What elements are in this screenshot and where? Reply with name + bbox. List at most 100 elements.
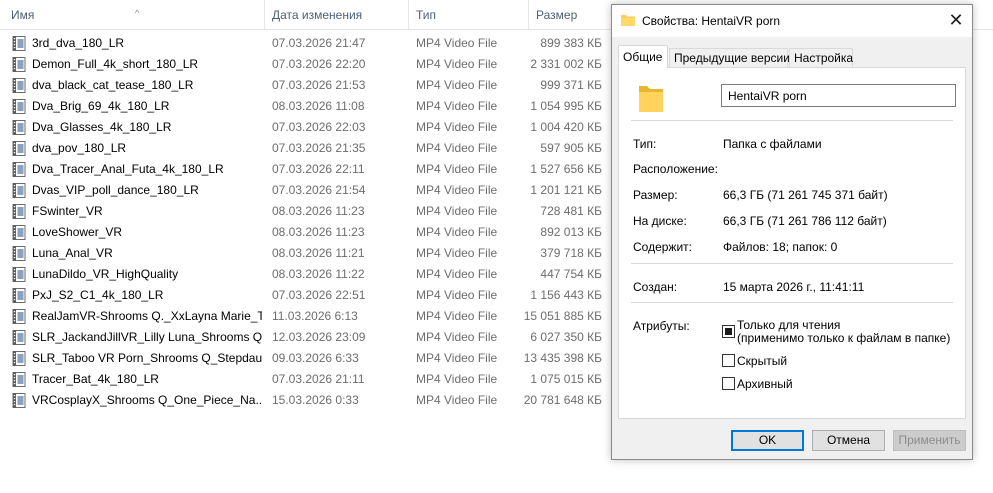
file-type: MP4 Video File [416,57,498,71]
file-name: Demon_Full_4k_short_180_LR [32,57,199,71]
file-date: 07.03.2026 21:54 [272,183,366,197]
apply-button[interactable]: Применить [893,430,966,451]
folder-name-input[interactable] [721,84,956,107]
file-size: 899 383 КБ [540,36,602,50]
file-row[interactable]: Dva_Tracer_Anal_Futa_4k_180_LR 07.03.202… [0,159,610,180]
hidden-checkbox[interactable] [722,354,735,367]
file-type: MP4 Video File [416,78,498,92]
ok-button[interactable]: OK [731,430,804,451]
video-file-icon [12,141,26,156]
video-file-icon [12,162,26,177]
file-row[interactable]: LoveShower_VR 08.03.2026 11:23 MP4 Video… [0,222,610,243]
readonly-checkbox[interactable] [722,325,735,338]
file-name: LunaDildo_VR_HighQuality [32,267,179,281]
file-date: 11.03.2026 6:13 [272,309,358,323]
column-header-size[interactable]: Размер [530,0,610,30]
file-row[interactable]: 3rd_dva_180_LR 07.03.2026 21:47 MP4 Vide… [0,33,610,54]
file-row[interactable]: VRCosplayX_Shrooms Q_One_Piece_Na... 15.… [0,390,610,411]
disk-size-value: 66,3 ГБ (71 261 786 112 байт) [723,214,887,228]
video-file-icon [12,393,26,408]
file-row[interactable]: Tracer_Bat_4k_180_LR 07.03.2026 21:11 MP… [0,369,610,390]
file-type: MP4 Video File [416,36,498,50]
file-name: Luna_Anal_VR [32,246,113,260]
video-file-icon [12,225,26,240]
sort-ascending-icon: ^ [135,8,140,18]
readonly-label-line2: (применимо только к файлам в папке) [737,331,951,345]
file-name: Dvas_VIP_poll_dance_180_LR [32,183,199,197]
file-date: 07.03.2026 22:20 [272,57,366,71]
file-row[interactable]: Demon_Full_4k_short_180_LR 07.03.2026 22… [0,54,610,75]
attributes-label: Атрибуты: [633,319,690,333]
file-row[interactable]: FSwinter_VR 08.03.2026 11:23 MP4 Video F… [0,201,610,222]
archive-label: Архивный [737,377,793,391]
file-type: MP4 Video File [416,162,498,176]
file-row[interactable]: Dva_Brig_69_4k_180_LR 08.03.2026 11:08 M… [0,96,610,117]
column-header-type[interactable]: Тип [410,0,529,30]
created-label: Создан: [633,280,678,294]
video-file-icon [12,99,26,114]
video-file-icon [12,120,26,135]
cancel-button[interactable]: Отмена [812,430,885,451]
created-value: 15 марта 2026 г., 11:41:11 [723,280,865,294]
file-date: 07.03.2026 22:03 [272,120,366,134]
column-header-name[interactable]: Имя ^ [5,0,265,30]
file-row[interactable]: LunaDildo_VR_HighQuality 08.03.2026 11:2… [0,264,610,285]
video-file-icon [12,204,26,219]
file-size: 1 004 420 КБ [530,120,602,134]
column-header-date[interactable]: Дата изменения [266,0,409,30]
file-date: 08.03.2026 11:08 [272,99,365,113]
file-type: MP4 Video File [416,225,498,239]
dialog-title: Свойства: HentaiVR porn [642,14,781,28]
file-date: 07.03.2026 21:11 [272,372,365,386]
file-row[interactable]: Luna_Anal_VR 08.03.2026 11:21 MP4 Video … [0,243,610,264]
tab-settings[interactable]: Настройка [789,48,853,67]
file-date: 12.03.2026 23:09 [272,330,366,344]
column-header-name-label: Имя [11,8,35,22]
type-label: Тип: [633,137,657,151]
file-size: 892 013 КБ [540,225,602,239]
file-type: MP4 Video File [416,120,498,134]
size-label: Размер: [633,188,678,202]
file-date: 08.03.2026 11:22 [272,267,365,281]
column-header-date-label: Дата изменения [272,8,363,22]
close-icon: ✕ [948,10,964,30]
disk-size-label: На диске: [633,214,687,228]
video-file-icon [12,246,26,261]
file-row[interactable]: Dva_Glasses_4k_180_LR 07.03.2026 22:03 M… [0,117,610,138]
video-file-icon [12,330,26,345]
general-tab-panel: Тип: Папка с файлами Расположение: Разме… [618,67,966,419]
column-header-size-label: Размер [536,8,578,22]
close-button[interactable]: ✕ [940,5,972,37]
properties-dialog: Свойства: HentaiVR porn ✕ Общие Предыдущ… [611,4,973,460]
tab-previous-versions-label: Предыдущие версии [674,51,790,65]
file-row[interactable]: PxJ_S2_C1_4k_180_LR 07.03.2026 22:51 MP4… [0,285,610,306]
file-row[interactable]: Dvas_VIP_poll_dance_180_LR 07.03.2026 21… [0,180,610,201]
tab-previous-versions[interactable]: Предыдущие версии [669,48,790,67]
file-size: 6 027 350 КБ [530,330,602,344]
archive-checkbox[interactable] [722,377,735,390]
column-header-type-label: Тип [416,8,437,22]
file-type: MP4 Video File [416,330,498,344]
location-label: Расположение: [633,162,718,176]
dialog-titlebar[interactable]: Свойства: HentaiVR porn ✕ [612,5,972,37]
file-name: RealJamVR-Shrooms Q._XxLayna Marie_T... [32,309,262,323]
file-size: 447 754 КБ [540,267,602,281]
file-list: 3rd_dva_180_LR 07.03.2026 21:47 MP4 Vide… [0,33,610,411]
file-row[interactable]: dva_black_cat_tease_180_LR 07.03.2026 21… [0,75,610,96]
file-name: LoveShower_VR [32,225,123,239]
file-row[interactable]: RealJamVR-Shrooms Q._XxLayna Marie_T... … [0,306,610,327]
file-size: 15 051 885 КБ [523,309,602,323]
tab-general[interactable]: Общие [618,45,668,68]
hidden-label: Скрытый [737,354,788,368]
file-size: 597 905 КБ [540,141,602,155]
file-type: MP4 Video File [416,183,498,197]
file-row[interactable]: SLR_Taboo VR Porn_Shrooms Q_Stepdau... 0… [0,348,610,369]
tab-settings-label: Настройка [794,51,854,65]
file-type: MP4 Video File [416,288,498,302]
file-row[interactable]: dva_pov_180_LR 07.03.2026 21:35 MP4 Vide… [0,138,610,159]
contains-label: Содержит: [633,240,692,254]
video-file-icon [12,57,26,72]
folder-icon [621,15,635,26]
file-size: 999 371 КБ [540,78,602,92]
file-row[interactable]: SLR_JackandJillVR_Lilly Luna_Shrooms Q..… [0,327,610,348]
